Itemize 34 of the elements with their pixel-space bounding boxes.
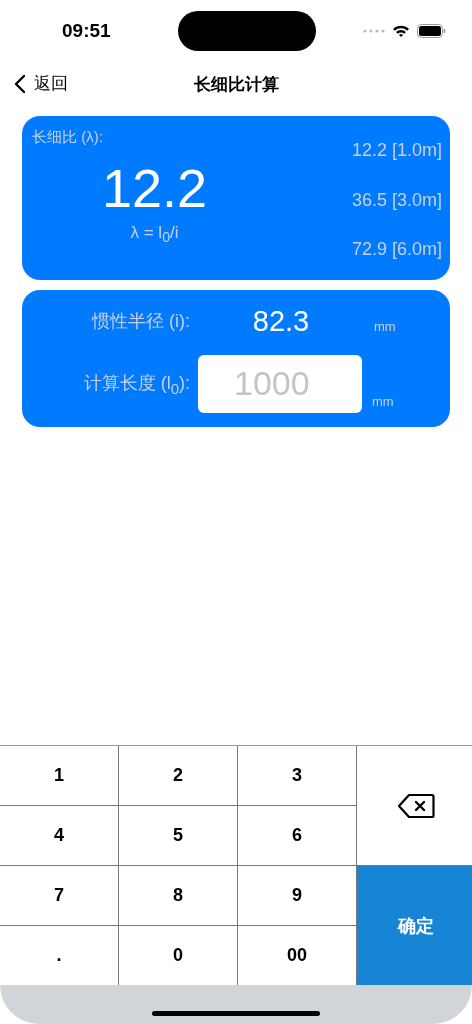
keypad-key[interactable]: 1 <box>0 746 118 805</box>
backspace-icon <box>397 792 435 819</box>
slenderness-value: 12.2 <box>101 157 208 219</box>
slenderness-reading: 12.2 [1.0m] <box>351 140 442 161</box>
signal-icon <box>363 29 385 33</box>
page-title: 长细比计算 <box>193 73 279 96</box>
keypad-key[interactable]: 6 <box>238 806 356 865</box>
confirm-key[interactable]: 确定 <box>357 866 472 985</box>
chevron-left-icon <box>14 73 26 94</box>
slenderness-reading: 36.5 [3.0m] <box>351 189 442 211</box>
unit-label: mm <box>372 393 394 411</box>
back-button[interactable]: 返回 <box>12 70 70 97</box>
keypad-key[interactable]: 0 <box>119 926 237 985</box>
keypad-key[interactable]: . <box>0 926 118 985</box>
keypad-key[interactable]: 4 <box>0 806 118 865</box>
slenderness-label: 长细比 (λ): <box>32 128 104 147</box>
radius-label: 惯性半径 (i): <box>90 310 190 333</box>
keypad-key[interactable]: 7 <box>0 866 118 925</box>
unit-label: mm <box>374 318 396 336</box>
keypad-key[interactable]: 5 <box>119 806 237 865</box>
formula-text: λ = l$_{0}$/i <box>130 223 179 246</box>
wifi-icon <box>392 24 410 38</box>
keypad-key[interactable]: 9 <box>238 866 356 925</box>
battery-icon <box>417 24 446 38</box>
keypad-key[interactable]: 2 <box>119 746 237 805</box>
length-input-field[interactable]: 1000 <box>198 354 362 413</box>
radius-value: 82.3 <box>251 304 311 338</box>
keypad-key[interactable]: 00 <box>238 926 356 985</box>
delete-key[interactable] <box>357 746 472 865</box>
slenderness-reading: 72.9 [6.0m] <box>351 239 442 260</box>
keypad-key[interactable]: 3 <box>238 746 356 805</box>
length-label: 计算长度 (l$_{0}$): <box>82 371 190 397</box>
keypad-key[interactable]: 8 <box>119 866 237 925</box>
status-time: 09:51 <box>62 20 111 42</box>
